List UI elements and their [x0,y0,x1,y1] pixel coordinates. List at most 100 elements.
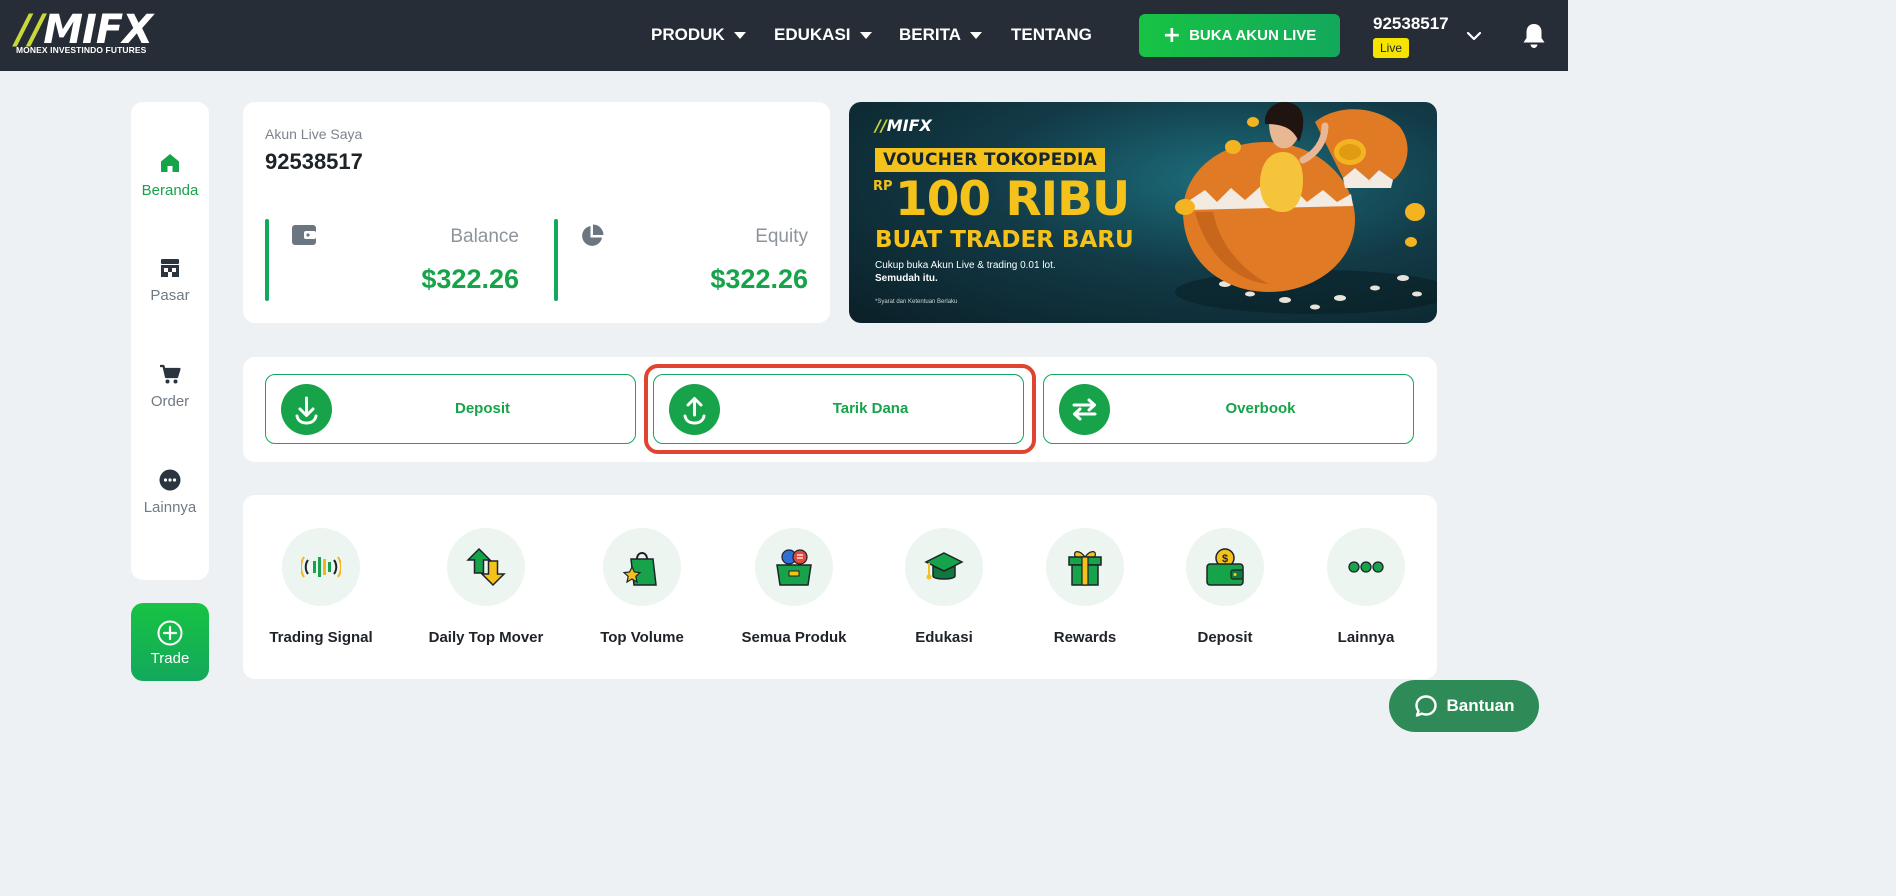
banner-voucher: VOUCHER TOKOPEDIA [875,148,1106,172]
sidebar-item-lainnya[interactable]: Lainnya [131,469,209,517]
open-live-account-label: BUKA AKUN LIVE [1189,27,1317,44]
banner-amount: 100 RIBU [895,172,1130,227]
shortcut-icon-circle [282,528,360,606]
banner-terms-note: *Syarat dan Ketentuan Berlaku [875,299,958,305]
nav-berita-label: BERITA [899,25,962,44]
equity-accent-bar [554,219,558,301]
banner-illustration [1175,102,1437,314]
help-label: Bantuan [1446,696,1515,715]
balance-stat: Balance $322.26 [265,219,519,301]
shortcut-label: Edukasi [915,629,973,646]
mifx-logo[interactable]: //MIFX MONEX INVESTINDO FUTURES [16,7,166,60]
logo-subtitle: MONEX INVESTINDO FUTURES [16,45,147,55]
sidebar-item-beranda[interactable]: Beranda [131,152,209,200]
deposit-label: Deposit [454,400,510,417]
nav-edukasi[interactable]: EDUKASI [774,22,872,48]
shortcut-icon-circle [905,528,983,606]
shortcut-semua-produk[interactable]: Semua Produk [719,528,869,647]
shortcut-icon-circle: $ [1186,528,1264,606]
store-icon [161,259,179,277]
chevron-down-icon[interactable] [1466,28,1482,44]
gift-icon [1068,551,1102,586]
home-icon [161,154,179,172]
shortcut-icon-circle [755,528,833,606]
sidebar-item-pasar[interactable]: Pasar [131,257,209,305]
withdraw-button[interactable]: Tarik Dana [653,374,1024,444]
wallet-coin-icon: $ [1206,548,1244,586]
account-label: Akun Live Saya [265,126,363,142]
more-icon [159,469,181,491]
pie-chart-icon [582,224,604,246]
nav-tentang[interactable]: TENTANG [1011,22,1092,48]
graduation-cap-icon [924,552,964,580]
banner-tagline: BUAT TRADER BARU [875,227,1134,253]
open-live-account-button[interactable]: + BUKA AKUN LIVE [1139,14,1340,57]
caret-down-icon [970,31,983,39]
nav-produk[interactable]: PRODUK [651,22,746,48]
balance-value: $322.26 [421,264,519,294]
caret-down-icon [733,31,746,39]
trade-label: Trade [150,650,190,667]
shortcut-icon-circle [447,528,525,606]
signal-icon [301,556,341,578]
nav-edukasi-label: EDUKASI [774,25,851,44]
shortcut-label: Daily Top Mover [428,629,544,646]
promo-banner[interactable]: //MIFX VOUCHER TOKOPEDIA RP 100 RIBU BUA… [849,102,1437,323]
shortcut-trading-signal[interactable]: Trading Signal [246,528,396,647]
balance-label: Balance [450,226,519,247]
banner-description: Cukup buka Akun Live & trading 0.01 lot. [875,260,1056,271]
shortcut-lainnya[interactable]: Lainnya [1291,528,1441,647]
shortcut-icon-circle [1327,528,1405,606]
shortcut-top-volume[interactable]: Top Volume [567,528,717,647]
equity-value: $322.26 [710,264,808,294]
updown-arrows-icon [466,547,506,587]
shortcut-label: Semua Produk [741,629,847,646]
shortcut-edukasi[interactable]: Edukasi [869,528,1019,647]
shortcut-icon-circle [1046,528,1124,606]
trade-button[interactable]: Trade [131,603,209,681]
shortcut-rewards[interactable]: Rewards [1010,528,1160,647]
shortcut-label: Lainnya [1337,629,1395,646]
shortcut-label: Trading Signal [269,629,373,646]
top-header: //MIFX MONEX INVESTINDO FUTURES PRODUK E… [0,0,1568,71]
account-number: 92538517 [265,149,363,174]
sidebar-item-label: Order [150,393,190,410]
shortcut-daily-top-mover[interactable]: Daily Top Mover [411,528,561,647]
bell-icon[interactable] [1521,22,1547,50]
svg-text:$: $ [1222,553,1228,565]
shortcuts-card: Trading Signal Daily Top Mover Top Volum… [243,495,1437,679]
sidebar-item-label: Lainnya [143,499,197,516]
plus-icon: + [1162,22,1182,48]
equity-stat: Equity $322.26 [554,219,808,301]
nav-berita[interactable]: BERITA [899,22,983,48]
account-summary-card: Akun Live Saya 92538517 Balance $322.26 … [243,102,830,323]
chat-bubble-icon [1414,695,1437,717]
sidebar-item-label: Pasar [150,287,190,304]
logo-wordmark: //MIFX [16,7,153,53]
products-box-icon [776,549,812,586]
more-dots-icon [1348,561,1384,573]
deposit-button[interactable]: Deposit [265,374,636,444]
banner-currency: RP [873,179,893,194]
wallet-icon [292,225,316,245]
help-chat-button[interactable]: Bantuan [1389,680,1539,732]
nav-produk-label: PRODUK [651,25,725,44]
left-sidebar: Beranda Pasar Order Lainnya [131,102,209,580]
shortcut-deposit[interactable]: $ Deposit [1150,528,1300,647]
shortcut-label: Top Volume [600,629,684,646]
account-type-badge: Live [1373,38,1410,58]
overbook-label: Overbook [1225,400,1296,417]
balance-accent-bar [265,219,269,301]
header-account-number[interactable]: 92538517 [1373,14,1449,34]
banner-description-bold: Semudah itu. [875,273,938,284]
shortcut-icon-circle [603,528,681,606]
banner-logo: //MIFX [875,116,932,135]
shortcut-label: Rewards [1053,629,1117,646]
shopping-bag-icon [622,552,657,586]
sidebar-item-order[interactable]: Order [131,363,209,411]
caret-down-icon [859,31,872,39]
nav-tentang-label: TENTANG [1011,25,1092,44]
sidebar-item-label: Beranda [141,182,199,199]
overbook-button[interactable]: Overbook [1043,374,1414,444]
shortcut-label: Deposit [1197,629,1253,646]
